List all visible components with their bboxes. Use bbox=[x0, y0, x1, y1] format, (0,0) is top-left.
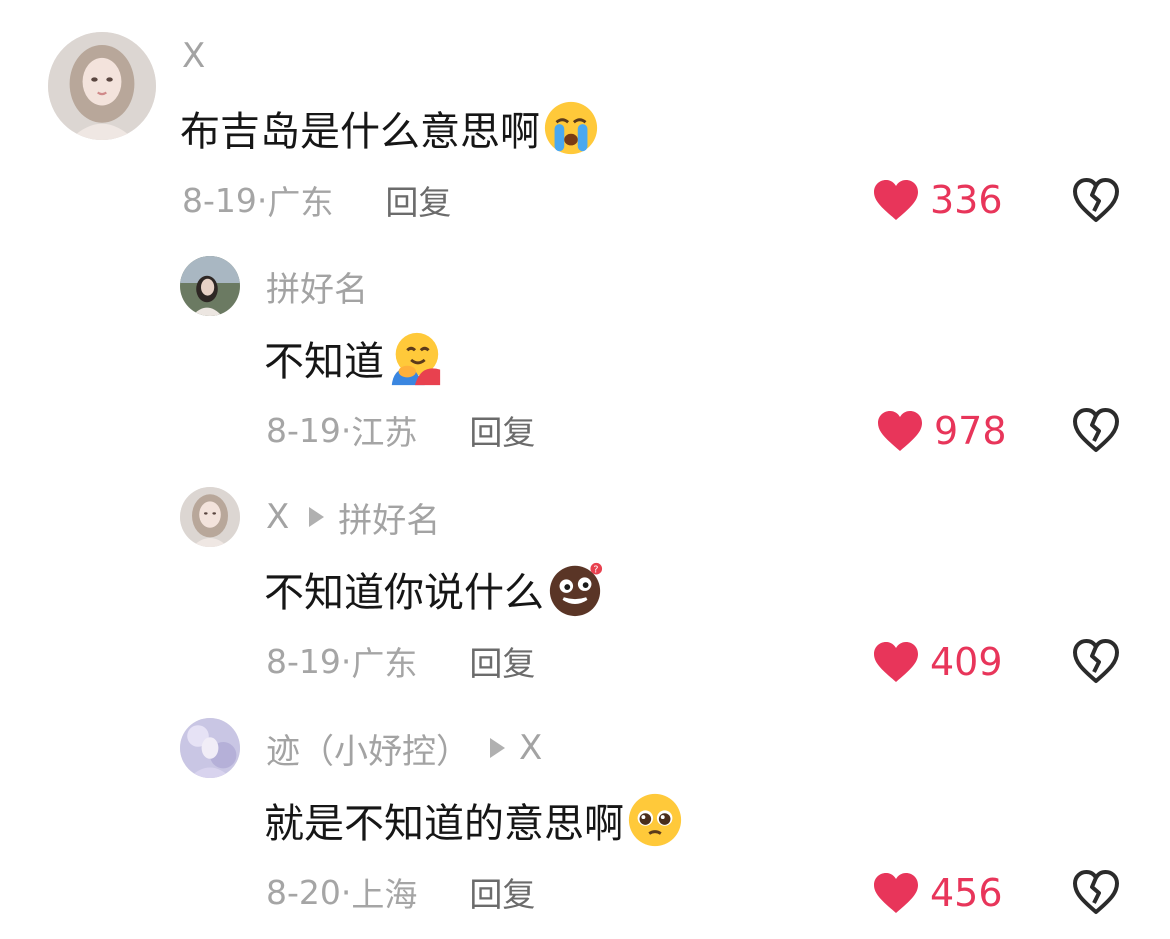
reply-button[interactable]: 回复 bbox=[385, 176, 451, 224]
heart-icon bbox=[874, 180, 918, 220]
reply-button[interactable]: 回复 bbox=[469, 637, 535, 685]
reply-arrow-icon bbox=[490, 738, 505, 758]
comment-author-row: X 拼好名 bbox=[266, 497, 440, 541]
like-count: 409 bbox=[930, 640, 1003, 684]
comment-location: 上海 bbox=[351, 875, 418, 914]
avatar[interactable] bbox=[180, 718, 240, 778]
reply-button[interactable]: 回复 bbox=[469, 406, 535, 454]
brown-confused-face-emoji: ? bbox=[546, 560, 604, 618]
comment-body: 就是不知道的意思啊 bbox=[264, 790, 684, 850]
comment-text: 不知道你说什么 bbox=[264, 570, 544, 616]
comment-body: 布吉岛是什么意思啊 bbox=[180, 98, 600, 158]
comment-author-row: 拼好名 bbox=[266, 266, 368, 310]
like-count: 978 bbox=[934, 409, 1007, 453]
crying-face-emoji bbox=[542, 99, 600, 157]
avatar[interactable] bbox=[48, 32, 156, 140]
like-count: 336 bbox=[930, 178, 1003, 222]
broken-heart-icon[interactable] bbox=[1072, 638, 1120, 684]
like-button[interactable]: 456 bbox=[872, 869, 1003, 917]
comment-text: 布吉岛是什么意思啊 bbox=[180, 109, 540, 155]
comment-author-row: 迹（小妤控） X bbox=[266, 728, 542, 772]
comment-author[interactable]: 迹（小妤控） bbox=[266, 724, 470, 773]
hugging-face-emoji bbox=[386, 329, 444, 387]
comment-meta: 8-19· 广东 回复 bbox=[182, 176, 451, 224]
comment-body: 不知道 bbox=[264, 328, 444, 388]
svg-text:?: ? bbox=[593, 565, 598, 576]
heart-icon bbox=[874, 873, 918, 913]
like-count: 456 bbox=[930, 871, 1003, 915]
comment-meta: 8-19· 江苏 回复 bbox=[266, 406, 535, 454]
comment-body: 不知道你说什么 ? bbox=[264, 559, 604, 619]
comment-meta: 8-20· 上海 回复 bbox=[266, 868, 535, 916]
comment-text: 不知道 bbox=[264, 339, 384, 385]
comment-author[interactable]: X bbox=[266, 497, 289, 537]
reply-button[interactable]: 回复 bbox=[469, 868, 535, 916]
avatar[interactable] bbox=[180, 256, 240, 316]
comment-thread: X 布吉岛是什么意思啊 8-19· 广东 回复 336 拼好名 不知道 8-19… bbox=[0, 0, 1170, 939]
avatar[interactable] bbox=[180, 487, 240, 547]
comment-date: 8-19· bbox=[266, 410, 352, 450]
comment-location: 广东 bbox=[267, 183, 334, 222]
comment-location: 广东 bbox=[351, 644, 418, 683]
comment-meta: 8-19· 广东 回复 bbox=[266, 637, 535, 685]
broken-heart-icon[interactable] bbox=[1072, 869, 1120, 915]
comment-author-row: X bbox=[182, 36, 205, 76]
broken-heart-icon[interactable] bbox=[1072, 407, 1120, 453]
heart-icon bbox=[878, 411, 922, 451]
like-button[interactable]: 978 bbox=[876, 407, 1007, 455]
like-button[interactable]: 336 bbox=[872, 176, 1003, 224]
pleading-face-emoji bbox=[626, 791, 684, 849]
comment-location: 江苏 bbox=[351, 413, 418, 452]
comment-date: 8-19· bbox=[266, 641, 352, 681]
comment-author[interactable]: 拼好名 bbox=[266, 262, 368, 311]
comment-date: 8-19· bbox=[182, 180, 268, 220]
broken-heart-icon[interactable] bbox=[1072, 177, 1120, 223]
comment-date: 8-20· bbox=[266, 872, 352, 912]
comment-author[interactable]: X bbox=[182, 36, 205, 76]
reply-arrow-icon bbox=[309, 507, 325, 527]
reply-to-author[interactable]: 拼好名 bbox=[338, 493, 440, 542]
like-button[interactable]: 409 bbox=[872, 638, 1003, 686]
heart-icon bbox=[874, 642, 918, 682]
comment-text: 就是不知道的意思啊 bbox=[264, 801, 624, 847]
reply-to-author[interactable]: X bbox=[519, 728, 542, 768]
